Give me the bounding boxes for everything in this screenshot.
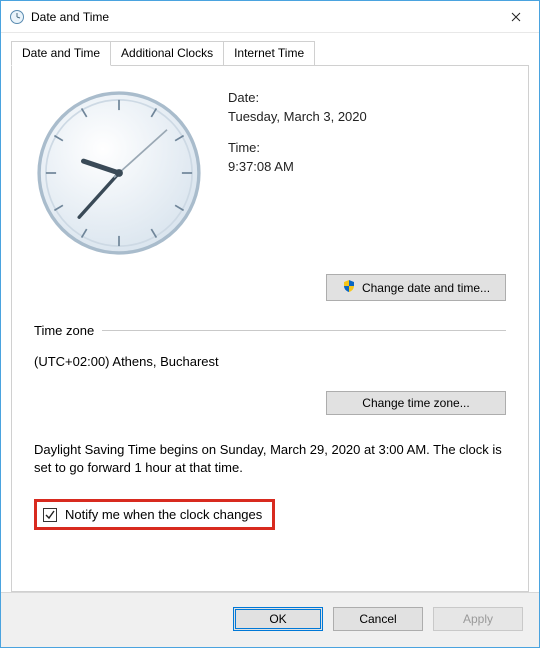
change-date-time-button[interactable]: Change date and time...	[326, 274, 506, 301]
cancel-button[interactable]: Cancel	[333, 607, 423, 631]
titlebar: Date and Time	[1, 1, 539, 33]
divider	[102, 330, 506, 331]
notify-clock-changes-highlight: Notify me when the clock changes	[34, 499, 275, 530]
timezone-value: (UTC+02:00) Athens, Bucharest	[34, 354, 506, 369]
dialog-footer: OK Cancel Apply	[1, 592, 539, 647]
notify-checkbox-label[interactable]: Notify me when the clock changes	[65, 507, 262, 522]
timezone-section-label: Time zone	[34, 323, 94, 338]
date-label: Date:	[228, 90, 506, 105]
dst-info-text: Daylight Saving Time begins on Sunday, M…	[34, 441, 506, 477]
change-timezone-button[interactable]: Change time zone...	[326, 391, 506, 415]
date-value: Tuesday, March 3, 2020	[228, 109, 506, 124]
notify-checkbox[interactable]	[43, 508, 57, 522]
analog-clock	[34, 88, 204, 258]
uac-shield-icon	[342, 279, 356, 296]
apply-button: Apply	[433, 607, 523, 631]
tab-date-and-time[interactable]: Date and Time	[11, 41, 111, 66]
datetime-app-icon	[9, 9, 25, 25]
tab-internet-time[interactable]: Internet Time	[223, 41, 315, 66]
tabstrip: Date and Time Additional Clocks Internet…	[11, 41, 529, 66]
time-label: Time:	[228, 140, 506, 155]
time-value: 9:37:08 AM	[228, 159, 506, 174]
change-date-time-label: Change date and time...	[362, 281, 490, 295]
dialog-body: Date and Time Additional Clocks Internet…	[1, 33, 539, 592]
ok-button[interactable]: OK	[233, 607, 323, 631]
window-title: Date and Time	[31, 10, 493, 24]
change-timezone-label: Change time zone...	[362, 396, 469, 410]
close-button[interactable]	[493, 1, 539, 32]
tab-additional-clocks[interactable]: Additional Clocks	[110, 41, 224, 66]
tabpanel-date-and-time: Date: Tuesday, March 3, 2020 Time: 9:37:…	[11, 65, 529, 592]
